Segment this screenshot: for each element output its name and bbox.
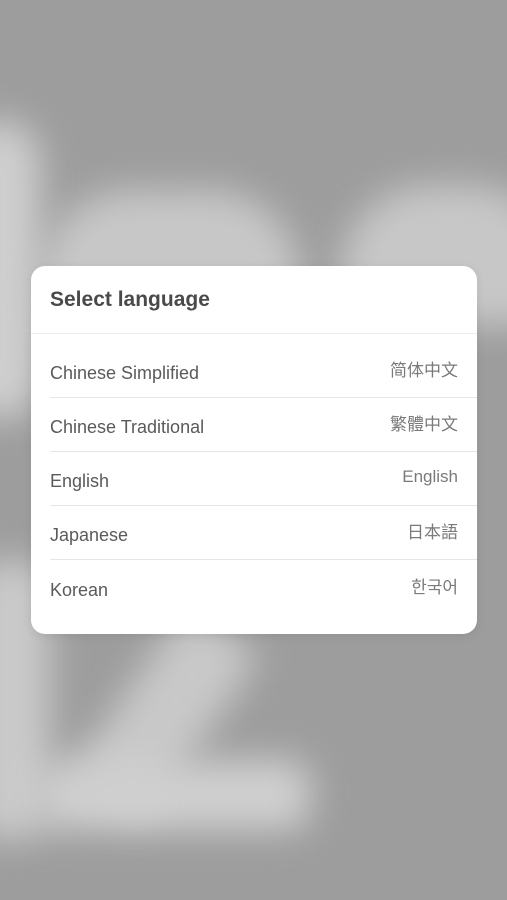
dialog-title: Select language (31, 266, 477, 334)
language-name: Chinese Simplified (50, 363, 200, 383)
language-option-korean[interactable]: Korean 한국어 (50, 560, 477, 614)
language-native-name: 繁體中文 (390, 415, 458, 434)
language-native-name: 日本語 (407, 523, 458, 542)
language-name: Korean (50, 579, 109, 600)
language-option-chinese-traditional[interactable]: Chinese Traditional 繁體中文 (50, 398, 477, 452)
language-option-english[interactable]: English English (50, 452, 477, 506)
language-name: Chinese Traditional (50, 417, 205, 437)
language-name: Japanese (50, 525, 129, 545)
language-dialog: Select language Chinese Simplified 简体中文 … (31, 266, 477, 634)
language-option-chinese-simplified[interactable]: Chinese Simplified 简体中文 (50, 344, 477, 398)
language-option-japanese[interactable]: Japanese 日本語 (50, 506, 477, 560)
language-list: Chinese Simplified 简体中文 Chinese Traditio… (31, 334, 477, 614)
language-name: English (50, 471, 110, 491)
language-native-name: English (402, 466, 458, 486)
language-native-name: 한국어 (411, 577, 458, 597)
language-native-name: 简体中文 (390, 361, 458, 380)
